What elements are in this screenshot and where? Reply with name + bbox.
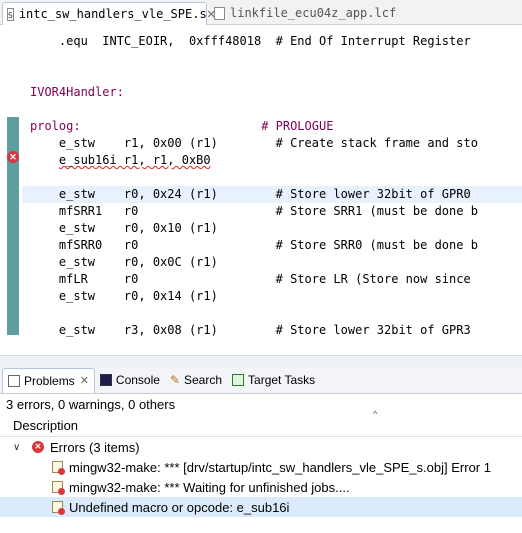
view-tab-bar: Problems ✕ Console ✎ Search Target Tasks [0,367,522,394]
file-error-icon [52,461,65,475]
group-label: Errors (3 items) [50,439,140,455]
code-line: e_stw r0, 0x10 (r1) [30,221,218,235]
list-item[interactable]: mingw32-make: *** Waiting for unfinished… [0,477,522,497]
code-line: mfSRR0 r0 # Store SRR0 (must be done b [30,238,478,252]
tab-label: Problems [24,373,75,388]
code-line: e_stw r0, 0x14 (r1) [30,289,218,303]
tab-label: Target Tasks [248,373,316,387]
file-icon [214,6,225,20]
tab-console[interactable]: Console [95,368,165,392]
file-error-icon [52,481,65,495]
code-line: e_stw r1, 0x00 (r1) # Create stack frame… [30,136,478,150]
target-tasks-icon [232,374,245,386]
problem-description: mingw32-make: *** Waiting for unfinished… [69,479,350,495]
column-header-label: Description [13,418,79,433]
file-error-icon [52,501,65,515]
editor-tab-label: intc_sw_handlers_vle_SPE.s [18,7,207,21]
tree-group-errors[interactable]: ∨ ✕ Errors (3 items) [0,437,522,457]
editor-gutter: ✕ [0,25,22,338]
code-line-error: e_sub16i r1, r1, 0xB0 [22,152,522,169]
code-line: IVOR4Handler: [30,85,124,99]
list-item-selected[interactable]: Undefined macro or opcode: e_sub16i [0,497,522,517]
error-icon: ✕ [32,441,44,453]
search-icon: ✎ [169,373,180,387]
problems-summary: 3 errors, 0 warnings, 0 others [6,397,176,412]
problem-description: Undefined macro or opcode: e_sub16i [69,499,290,515]
problems-icon [8,374,20,387]
editor-tab-intc-sw-handlers[interactable]: S intc_sw_handlers_vle_SPE.s ✕ [2,2,216,25]
asm-file-icon: S [7,7,14,21]
tab-label: Search [184,373,223,387]
editor-tab-label: linkfile_ecu04z_app.lcf [230,6,397,20]
tab-problems[interactable]: Problems ✕ [2,367,95,393]
tab-search[interactable]: ✎ Search [165,368,227,392]
code-line: e_stw r0, 0x0C (r1) [30,255,218,269]
code-text[interactable]: .equ INTC_EOIR, 0xfff48018 # End Of Inte… [22,25,522,337]
tab-label: Console [115,373,160,387]
problem-description: mingw32-make: *** [drv/startup/intc_sw_h… [69,459,491,475]
code-line: mfSRR1 r0 # Store SRR1 (must be done b [30,204,478,218]
console-icon [99,374,112,386]
code-line: e_stw r3, 0x08 (r1) # Store lower 32bit … [30,323,478,337]
change-bar [7,117,19,335]
code-line: mfLR r0 # Store LR (Store now since [30,272,478,286]
list-item[interactable]: mingw32-make: *** [drv/startup/intc_sw_h… [0,457,522,477]
editor-tab-bar: S intc_sw_handlers_vle_SPE.s ✕ linkfile_… [0,0,522,25]
error-squiggle: e_sub16i r1, r1, 0xB0 [58,153,211,167]
close-icon[interactable]: ✕ [80,374,89,387]
code-editor[interactable]: ✕ .equ INTC_EOIR, 0xfff48018 # End Of In… [0,25,522,338]
code-line: prolog: # PROLOGUE [30,119,334,133]
error-marker-icon[interactable]: ✕ [7,151,19,163]
chevron-down-icon[interactable]: ∨ [13,442,20,453]
code-line: .equ INTC_EOIR, 0xfff48018 # End Of Inte… [30,34,471,48]
editor-tab-linkfile[interactable]: linkfile_ecu04z_app.lcf [210,2,400,24]
column-header-description[interactable]: Description [0,414,522,437]
code-line-current: e_stw r0, 0x24 (r1) # Store lower 32bit … [22,186,522,203]
tab-target-tasks[interactable]: Target Tasks [227,368,320,392]
